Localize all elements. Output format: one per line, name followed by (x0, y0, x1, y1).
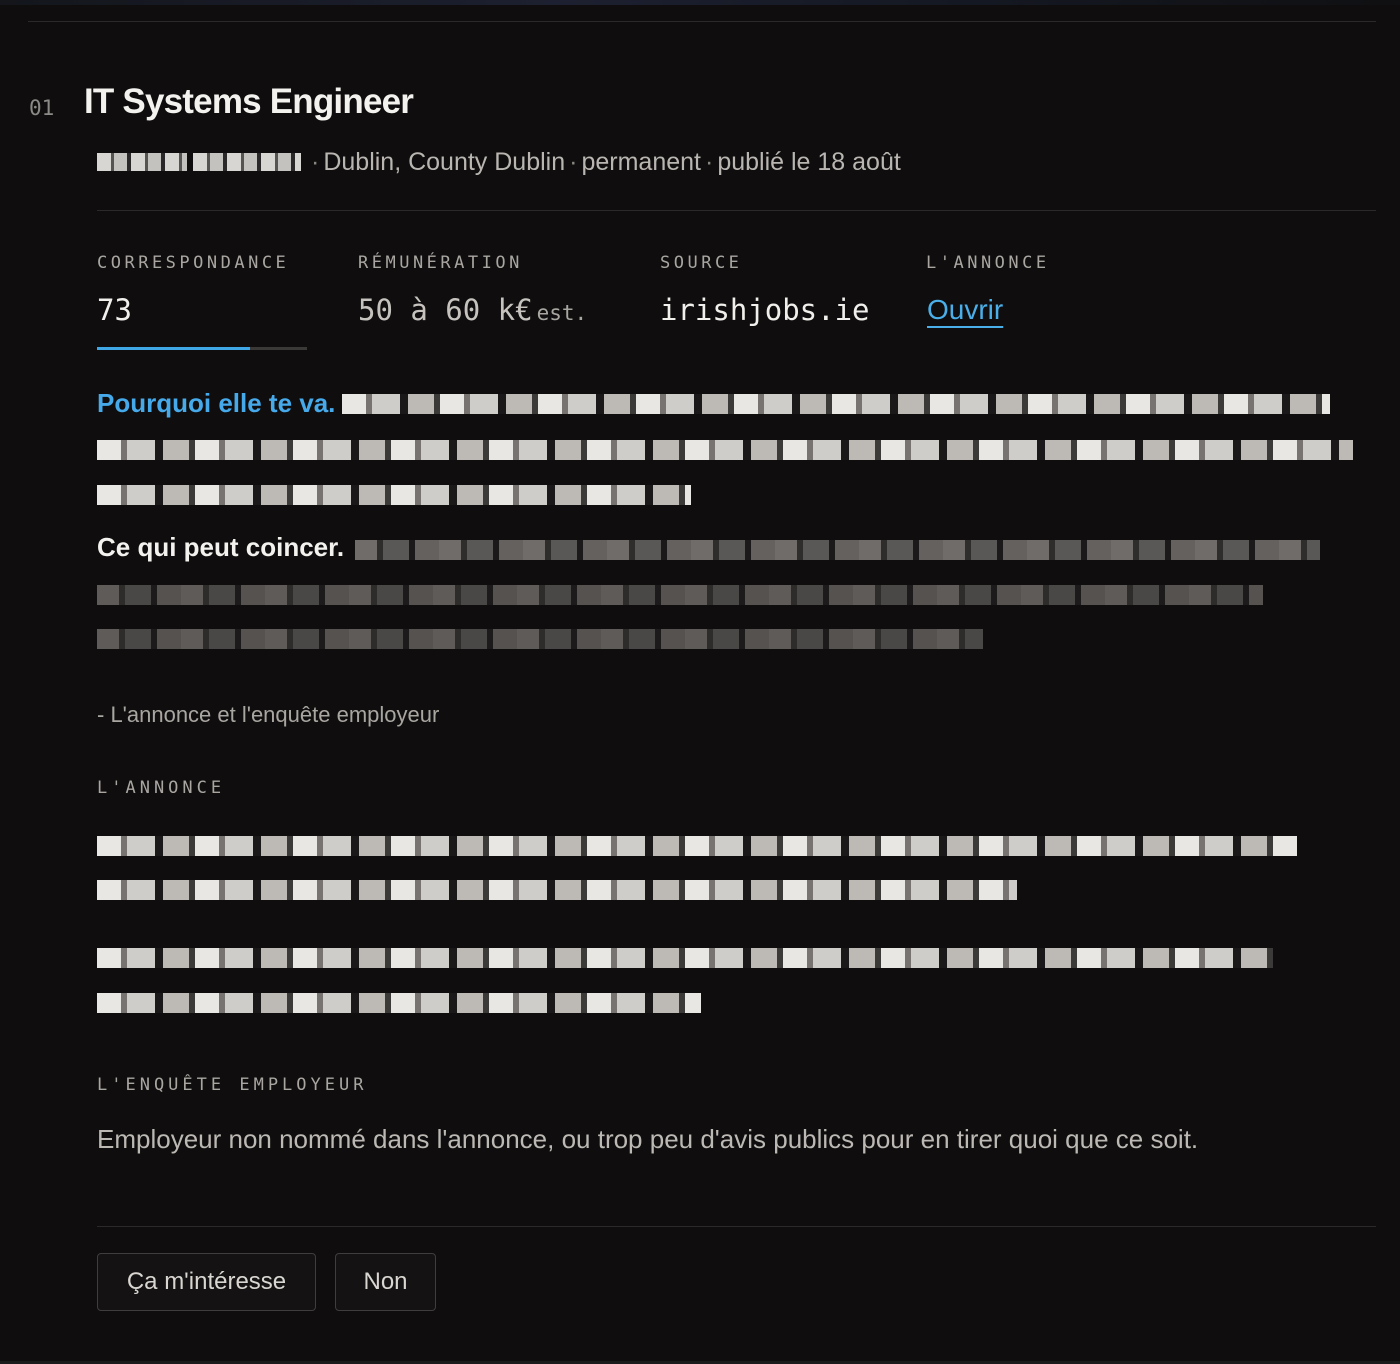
job-contract: permanent (581, 147, 701, 176)
match-progress-bar (97, 347, 307, 350)
no-button[interactable]: Non (335, 1253, 436, 1311)
top-strip (0, 0, 1400, 5)
redacted-text-line (342, 394, 1330, 414)
redacted-employer-word-1 (97, 153, 187, 171)
pay-range: 50 à 60 k€ (358, 293, 533, 327)
interested-button[interactable]: Ça m'intéresse (97, 1253, 316, 1311)
match-label: CORRESPONDANCE (97, 253, 290, 273)
redacted-text-line (97, 585, 1263, 605)
redacted-text-line (355, 540, 1320, 560)
listing-section-label: L'ANNONCE (97, 778, 226, 798)
catch-lead: Ce qui peut coincer. (97, 532, 345, 562)
job-index: 01 (29, 96, 55, 120)
why-fits-lead: Pourquoi elle te va. (97, 388, 336, 418)
redacted-employer-word-2 (193, 153, 301, 171)
pay-value: 50 à 60 k€ est. (358, 293, 587, 327)
redacted-text-line (97, 485, 691, 505)
match-score: 73 (97, 293, 132, 327)
redacted-text-line (97, 440, 1353, 460)
job-title[interactable]: IT Systems Engineer (84, 82, 414, 122)
source-note: - L'annonce et l'enquête employeur (97, 702, 440, 727)
pay-estimate-suffix: est. (536, 301, 588, 325)
redacted-text-line (97, 880, 1017, 900)
survey-text: Employeur non nommé dans l'annonce, ou t… (97, 1124, 1199, 1154)
listing-label: L'ANNONCE (926, 253, 1050, 273)
redacted-text-line (97, 836, 1297, 856)
meta-separator: · (569, 147, 578, 176)
job-posted-date: publié le 18 août (717, 147, 901, 176)
open-listing-link[interactable]: Ouvrir (927, 294, 1003, 326)
redacted-text-line (97, 629, 983, 649)
meta-separator: · (311, 147, 320, 176)
source-label: SOURCE (660, 253, 743, 273)
job-location: Dublin, County Dublin (323, 147, 566, 176)
redacted-text-line (97, 993, 701, 1013)
survey-section-label: L'ENQUÊTE EMPLOYEUR (97, 1075, 368, 1095)
meta-separator: · (704, 147, 714, 176)
pay-label: RÉMUNÉRATION (358, 253, 523, 273)
source-value: irishjobs.ie (660, 293, 870, 327)
header-divider (97, 210, 1376, 211)
job-meta: · Dublin, County Dublin · permanent · pu… (97, 146, 901, 178)
top-divider (28, 21, 1376, 22)
actions-divider (97, 1226, 1376, 1227)
redacted-text-line (97, 948, 1273, 968)
match-progress-fill (97, 347, 251, 350)
